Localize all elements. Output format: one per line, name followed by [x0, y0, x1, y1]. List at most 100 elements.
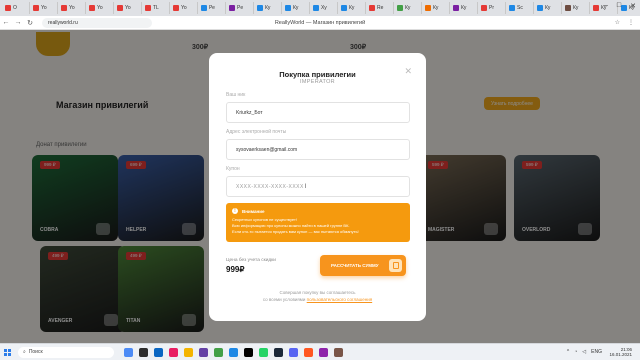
tab-label: Re — [377, 5, 384, 11]
taskbar-search[interactable]: ⌕ Поиск — [18, 346, 114, 358]
browser-tab[interactable]: О — [2, 2, 30, 14]
coupon-input[interactable]: XXXX-XXXX-XXXX-XXXX I — [226, 176, 410, 197]
privilege-name: IMPERATOR — [300, 79, 335, 85]
tab-label: Ку — [573, 5, 579, 11]
app-icon[interactable] — [139, 347, 148, 357]
browser-tab[interactable]: Yo — [58, 2, 86, 14]
language-indicator[interactable]: ENG — [591, 349, 602, 355]
tab-label: Yo — [181, 5, 187, 11]
tab-favicon-icon — [257, 5, 263, 11]
reload-icon[interactable]: ↻ — [24, 19, 36, 27]
browser-tab[interactable]: Ку — [450, 2, 478, 14]
warning-line-3: Если кто-то пытается продать вам купон —… — [232, 229, 359, 234]
app-icon[interactable] — [154, 347, 163, 357]
browser-tab[interactable]: Re — [366, 2, 394, 14]
app-icon[interactable] — [214, 347, 223, 357]
nick-value: Kriurkz_Бот — [236, 109, 263, 116]
tab-label: Pe — [237, 5, 244, 11]
tab-favicon-icon — [229, 5, 235, 11]
browser-tab[interactable]: Yo — [30, 2, 58, 14]
app-icon[interactable] — [199, 347, 208, 357]
back-icon[interactable]: ← — [0, 19, 12, 26]
browser-tab[interactable]: Yo — [170, 2, 198, 14]
tab-label: Yo — [125, 5, 131, 11]
warning-line-1: Секретных купонов не существует! — [232, 217, 297, 222]
app-icon[interactable] — [169, 347, 178, 357]
tab-favicon-icon — [397, 5, 403, 11]
calculate-sum-label: РАССЧИТАТЬ СУММУ — [331, 263, 379, 268]
maximize-icon[interactable]: □ — [617, 2, 621, 10]
close-window-icon[interactable]: ✕ — [630, 2, 636, 10]
browser-tab[interactable]: Ку — [338, 2, 366, 14]
volume-icon[interactable]: ◁ — [582, 349, 586, 355]
app-icon[interactable] — [319, 347, 328, 357]
app-icon[interactable] — [304, 347, 313, 357]
tab-label: Ку — [349, 5, 355, 11]
browser-tab[interactable]: Pe — [226, 2, 254, 14]
tab-favicon-icon — [89, 5, 95, 11]
tab-label: Yo — [97, 5, 103, 11]
browser-tab[interactable]: Ху — [310, 2, 338, 14]
browser-tab[interactable]: Yo — [86, 2, 114, 14]
extensions-icon[interactable]: ⋮ — [628, 19, 634, 26]
nick-input[interactable]: Kriurkz_Бот — [226, 102, 410, 123]
tab-favicon-icon — [509, 5, 515, 11]
search-icon: ⌕ — [23, 349, 26, 355]
browser-tab[interactable]: Ку — [394, 2, 422, 14]
browser-tab[interactable]: Sc — [506, 2, 534, 14]
browser-tab[interactable]: Ку — [254, 2, 282, 14]
chevron-up-icon[interactable]: ^ — [567, 349, 569, 355]
browser-tab[interactable]: Ку — [422, 2, 450, 14]
folder-icon[interactable] — [184, 347, 193, 357]
browser-tab[interactable]: Ку — [282, 2, 310, 14]
tab-favicon-icon — [453, 5, 459, 11]
tab-favicon-icon — [481, 5, 487, 11]
warning-header: ! Внимание — [232, 208, 265, 214]
app-icon[interactable] — [259, 347, 268, 357]
browser-tab[interactable]: Yo — [114, 2, 142, 14]
minecraft-app-icon[interactable] — [334, 347, 343, 357]
clock-date: 16.01.2021 — [609, 352, 632, 357]
tab-favicon-icon — [145, 5, 151, 11]
tab-label: TL — [153, 5, 159, 11]
bookmark-star-icon[interactable]: ☆ — [615, 19, 620, 26]
search-label: Поиск — [28, 349, 43, 355]
tab-favicon-icon — [173, 5, 179, 11]
app-icon[interactable] — [229, 347, 238, 357]
system-tray: ^ ◔ ◁ ENG — [567, 349, 602, 355]
url-field[interactable]: reallyworld.ru — [42, 17, 152, 28]
nick-label: Ваш ник — [226, 92, 246, 98]
warning-line-2: Всю информацию про купоны можно найти в … — [232, 223, 350, 228]
tab-favicon-icon — [369, 5, 375, 11]
calculate-sum-button[interactable]: РАССЧИТАТЬ СУММУ — [320, 255, 406, 276]
tab-label: Ку — [265, 5, 271, 11]
network-icon[interactable]: ◔ — [574, 349, 577, 355]
tab-favicon-icon — [341, 5, 347, 11]
user-agreement-link[interactable]: пользовательского соглашения — [307, 297, 373, 302]
tab-label: Ку — [545, 5, 551, 11]
email-input[interactable]: sysovaerksaen@gmail.com — [226, 139, 410, 160]
clock[interactable]: 21:06 16.01.2021 — [609, 347, 632, 357]
tab-favicon-icon — [33, 5, 39, 11]
tab-favicon-icon — [565, 5, 571, 11]
discord-app-icon[interactable] — [289, 347, 298, 357]
tab-favicon-icon — [201, 5, 207, 11]
coupon-placeholder: XXXX-XXXX-XXXX-XXXX — [236, 183, 304, 190]
tab-favicon-icon — [593, 5, 599, 11]
browser-tab[interactable]: TL — [142, 2, 170, 14]
browser-tab[interactable]: Ку — [534, 2, 562, 14]
browser-tab[interactable]: Pr — [478, 2, 506, 14]
start-button[interactable] — [0, 344, 14, 360]
steam-app-icon[interactable] — [274, 347, 283, 357]
forward-icon[interactable]: → — [12, 19, 24, 26]
browser-tab[interactable]: Ре — [198, 2, 226, 14]
minimize-icon[interactable]: – — [604, 2, 608, 10]
app-icon[interactable] — [244, 347, 253, 357]
tab-favicon-icon — [313, 5, 319, 11]
tab-favicon-icon — [537, 5, 543, 11]
chrome-app-icon[interactable] — [124, 347, 133, 357]
address-bar: ← → ↻ reallyworld.ru ReallyWorld — Магаз… — [0, 16, 640, 30]
tab-label: Ху — [321, 5, 327, 11]
agreement-prefix: со всеми условиями — [262, 297, 307, 302]
browser-tab[interactable]: Ку — [562, 2, 590, 14]
